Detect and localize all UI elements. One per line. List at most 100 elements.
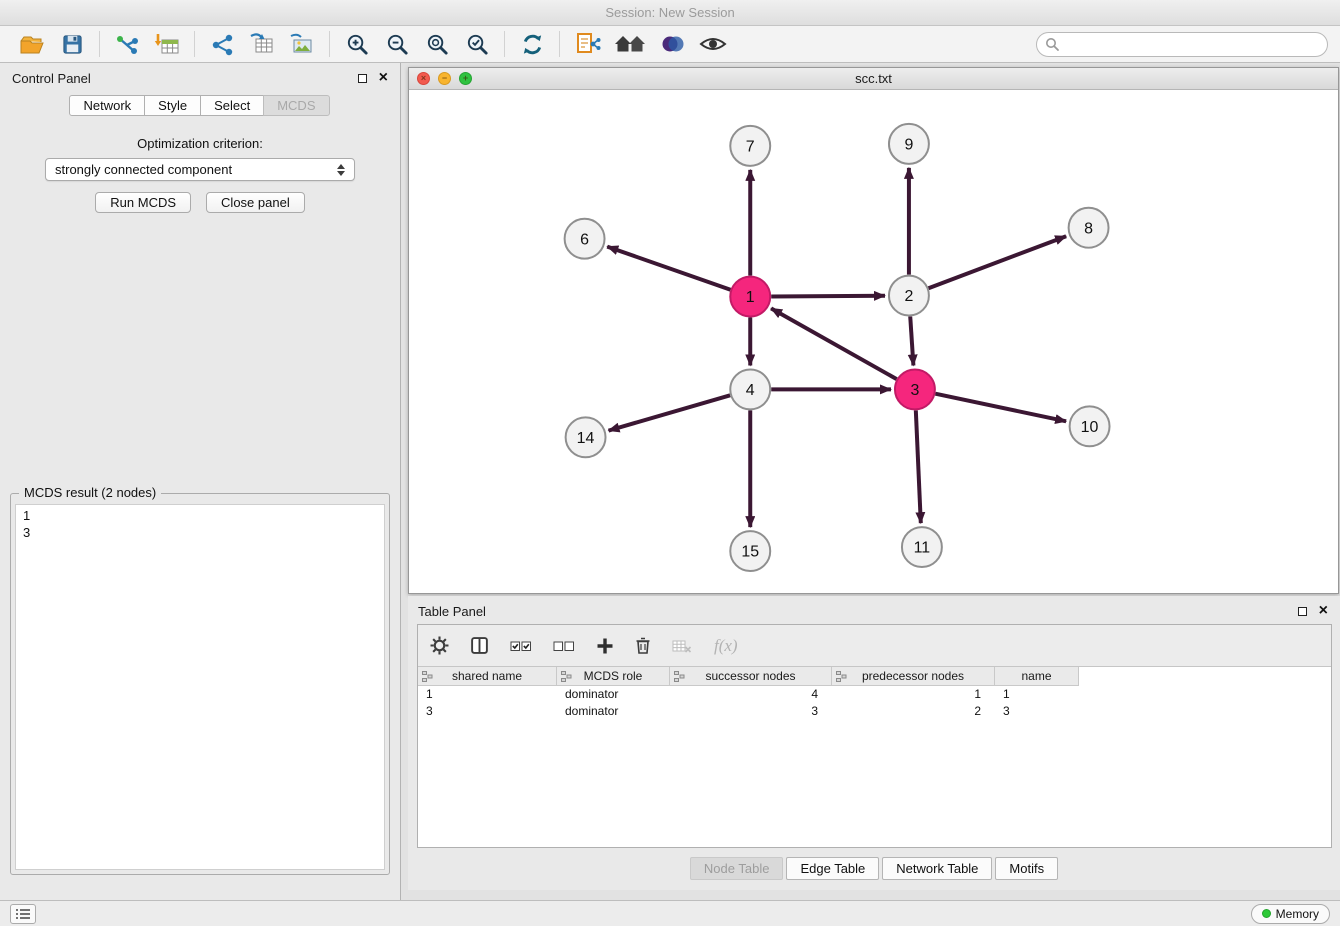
tab-network[interactable]: Network (69, 95, 145, 116)
tab-style[interactable]: Style (144, 95, 201, 116)
graph-node-14[interactable]: 14 (566, 417, 606, 457)
graph-edge-2-3[interactable] (910, 317, 913, 366)
graph-node-2[interactable]: 2 (889, 276, 929, 316)
close-table-panel-button[interactable]: × (1319, 605, 1328, 617)
save-session-button[interactable] (56, 29, 88, 59)
open-session-button[interactable] (16, 29, 48, 59)
mcds-result-item[interactable]: 3 (23, 524, 377, 541)
cell-successor-nodes: 3 (670, 703, 832, 720)
tab-node-table[interactable]: Node Table (690, 857, 784, 880)
svg-text:8: 8 (1084, 220, 1093, 237)
delete-table-icon (672, 638, 693, 654)
table-settings-button[interactable] (430, 636, 449, 655)
show-columns-button[interactable] (470, 636, 489, 655)
task-history-button[interactable] (10, 904, 36, 924)
svg-text:14: 14 (577, 430, 595, 447)
graph-node-10[interactable]: 10 (1070, 406, 1110, 446)
table-toolbar: f(x) (418, 625, 1331, 667)
minimize-window-button[interactable]: − (438, 72, 451, 85)
memory-button[interactable]: Memory (1251, 904, 1330, 924)
export-image-button[interactable] (286, 29, 318, 59)
graph-node-15[interactable]: 15 (730, 531, 770, 571)
zoom-in-button[interactable] (341, 29, 373, 59)
network-graph-svg[interactable]: 7 9 6 8 1 2 4 3 14 10 15 11 (409, 90, 1338, 593)
tab-edge-table[interactable]: Edge Table (786, 857, 879, 880)
graph-node-4[interactable]: 4 (730, 369, 770, 409)
tab-select[interactable]: Select (200, 95, 264, 116)
select-all-rows-button[interactable] (510, 638, 532, 654)
mcds-result-item[interactable]: 1 (23, 507, 377, 524)
control-panel-title: Control Panel (12, 71, 91, 86)
column-sort-icon (674, 671, 685, 685)
save-icon (61, 33, 84, 56)
open-folder-icon (19, 32, 45, 56)
svg-text:6: 6 (580, 231, 589, 248)
column-header-successor-nodes[interactable]: successor nodes (670, 667, 832, 686)
criterion-dropdown[interactable]: strongly connected component (45, 158, 355, 181)
deselect-all-rows-button[interactable] (553, 638, 575, 654)
graph-node-3[interactable]: 3 (895, 369, 935, 409)
graph-node-7[interactable]: 7 (730, 126, 770, 166)
import-table-button[interactable] (151, 29, 183, 59)
function-builder-button[interactable]: f(x) (714, 636, 738, 656)
image-icon (289, 32, 315, 57)
graph-edge-4-14[interactable] (609, 395, 731, 430)
graph-edge-1-6[interactable] (607, 247, 730, 290)
network-window-title: scc.txt (855, 71, 892, 86)
graph-edge-3-11[interactable] (916, 410, 921, 523)
home-button[interactable] (611, 29, 649, 59)
column-header-shared-name[interactable]: shared name (418, 667, 557, 686)
zoom-fit-button[interactable] (421, 29, 453, 59)
search-input[interactable] (1036, 32, 1328, 57)
refresh-icon (520, 32, 545, 57)
graph-node-6[interactable]: 6 (565, 219, 605, 259)
table-row[interactable]: 3 dominator 3 2 3 (418, 703, 1331, 720)
run-mcds-button[interactable]: Run MCDS (95, 192, 191, 213)
import-network-button[interactable] (111, 29, 143, 59)
close-window-button[interactable]: × (417, 72, 430, 85)
annotation-share-button[interactable] (571, 29, 603, 59)
column-header-name[interactable]: name (995, 667, 1079, 686)
graph-node-9[interactable]: 9 (889, 124, 929, 164)
control-panel-header: Control Panel × (0, 63, 400, 93)
zoom-out-button[interactable] (381, 29, 413, 59)
refresh-button[interactable] (516, 29, 548, 59)
show-hide-button[interactable] (697, 29, 729, 59)
column-header-mcds-role[interactable]: MCDS role (557, 667, 670, 686)
cell-name: 3 (995, 703, 1079, 720)
graph-node-1[interactable]: 1 (730, 277, 770, 317)
delete-column-button[interactable] (635, 636, 651, 655)
column-header-predecessor-nodes[interactable]: predecessor nodes (832, 667, 995, 686)
tab-mcds[interactable]: MCDS (263, 95, 329, 116)
list-icon (15, 908, 31, 920)
toolbar-separator (194, 31, 195, 57)
zoom-selected-icon (465, 32, 490, 57)
float-table-panel-button[interactable] (1298, 607, 1307, 616)
graph-edge-2-8[interactable] (928, 236, 1066, 288)
zoom-selected-button[interactable] (461, 29, 493, 59)
memory-status-icon (1262, 909, 1271, 918)
graph-node-8[interactable]: 8 (1069, 208, 1109, 248)
new-network-button[interactable] (206, 29, 238, 59)
network-from-table-button[interactable] (246, 29, 278, 59)
import-network-icon (115, 32, 140, 57)
tab-motifs[interactable]: Motifs (995, 857, 1058, 880)
svg-text:4: 4 (746, 382, 755, 399)
float-panel-button[interactable] (358, 74, 367, 83)
zoom-window-button[interactable]: + (459, 72, 472, 85)
close-panel-button-mcds[interactable]: Close panel (206, 192, 305, 213)
close-panel-button[interactable]: × (379, 72, 388, 84)
window-title: Session: New Session (605, 5, 734, 20)
graph-edge-3-1[interactable] (771, 308, 897, 379)
table-row[interactable]: 1 dominator 4 1 1 (418, 686, 1331, 703)
network-window-titlebar: × − + scc.txt (409, 68, 1338, 90)
tab-network-table[interactable]: Network Table (882, 857, 992, 880)
style-apply-button[interactable] (657, 29, 689, 59)
graph-node-11[interactable]: 11 (902, 527, 942, 567)
graph-edge-1-2[interactable] (771, 296, 885, 297)
delete-table-button[interactable] (672, 638, 693, 654)
add-column-button[interactable] (596, 637, 614, 655)
graph-edge-3-10[interactable] (935, 394, 1066, 422)
memory-label: Memory (1276, 907, 1319, 921)
network-canvas[interactable]: 7 9 6 8 1 2 4 3 14 10 15 11 (409, 90, 1338, 593)
